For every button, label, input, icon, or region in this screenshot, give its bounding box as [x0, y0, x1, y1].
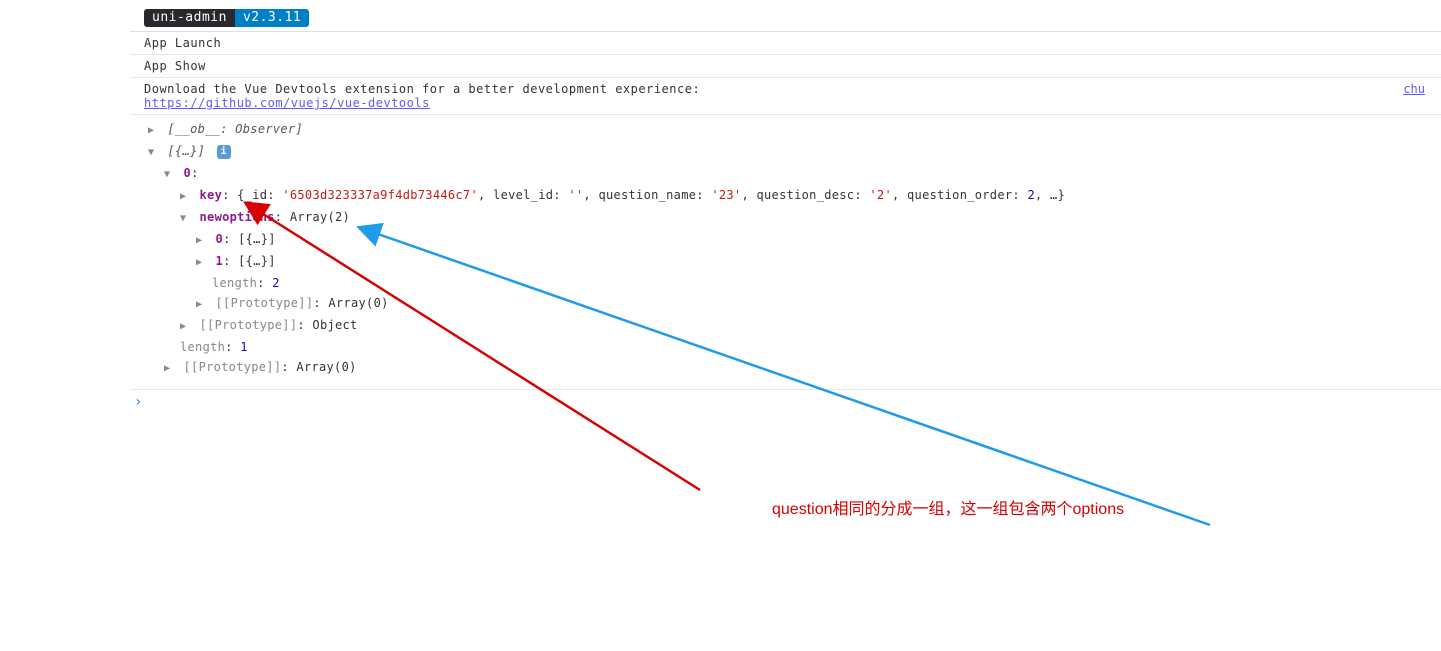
- length-value: 2: [272, 276, 280, 290]
- badge-app-name: uni-admin: [144, 9, 235, 27]
- proto-outer-value: Array(0): [296, 360, 356, 374]
- root-array-label: [{…}]: [168, 144, 206, 158]
- proto-arr-value: Array(0): [328, 296, 388, 310]
- length-label: length: [212, 276, 257, 290]
- tree-length-inner: length: 2: [148, 273, 1427, 293]
- index-label: 0: [184, 166, 192, 180]
- proto-obj-value: Object: [312, 318, 357, 332]
- question-name-label: question_name: [598, 188, 696, 202]
- chevron-right-icon[interactable]: [164, 359, 174, 379]
- tree-newoptions-row[interactable]: newoptions: Array(2): [148, 207, 1427, 229]
- proto-label: [[Prototype]]: [216, 296, 314, 310]
- chevron-down-icon[interactable]: [180, 209, 190, 229]
- opt0-value: [{…}]: [238, 232, 276, 246]
- tree-proto-inner[interactable]: [[Prototype]]: Array(0): [148, 293, 1427, 315]
- tree-index-0[interactable]: 0:: [148, 163, 1427, 185]
- chevron-right-icon[interactable]: [196, 231, 206, 251]
- chevron-right-icon[interactable]: [148, 121, 158, 141]
- newoptions-label: newoptions: [200, 210, 275, 224]
- id-label: _id: [245, 188, 268, 202]
- header-badges: uni-admin v2.3.11: [130, 5, 1441, 32]
- chevron-right-icon[interactable]: [196, 253, 206, 273]
- question-desc-label: question_desc: [757, 188, 855, 202]
- proto-label: [[Prototype]]: [200, 318, 298, 332]
- tree-proto-mid[interactable]: [[Prototype]]: Object: [148, 315, 1427, 337]
- devtools-link[interactable]: https://github.com/vuejs/vue-devtools: [144, 96, 430, 110]
- level-id-label: level_id: [493, 188, 553, 202]
- question-name-value: '23': [711, 188, 741, 202]
- id-value: '6503d323337a9f4db73446c7': [282, 188, 478, 202]
- source-link[interactable]: chu: [1403, 82, 1425, 96]
- chevron-right-icon[interactable]: [196, 295, 206, 315]
- tree-observer-line[interactable]: [__ob__: Observer]: [148, 119, 1427, 141]
- tree-proto-outer[interactable]: [[Prototype]]: Array(0): [148, 357, 1427, 379]
- chevron-down-icon[interactable]: [164, 165, 174, 185]
- info-icon[interactable]: i: [217, 145, 231, 159]
- proto-label: [[Prototype]]: [184, 360, 282, 374]
- observer-label: [__ob__: Observer]: [168, 122, 303, 136]
- tree-key-row[interactable]: key: {_id: '6503d323337a9f4db73446c7', l…: [148, 185, 1427, 207]
- chevron-down-icon[interactable]: [148, 143, 158, 163]
- ellipsis: …: [1050, 188, 1058, 202]
- tree-option-1[interactable]: 1: [{…}]: [148, 251, 1427, 273]
- devtools-message: Download the Vue Devtools extension for …: [130, 78, 1441, 115]
- opt0-label: 0: [216, 232, 224, 246]
- tree-length-outer: length: 1: [148, 337, 1427, 357]
- newoptions-type: Array(2): [290, 210, 350, 224]
- badge-version: v2.3.11: [235, 9, 309, 27]
- annotation-text: question相同的分成一组，这一组包含两个options: [772, 495, 1124, 519]
- key-label: key: [200, 188, 223, 202]
- devtools-text: Download the Vue Devtools extension for …: [144, 82, 700, 96]
- level-id-value: '': [568, 188, 583, 202]
- opt1-label: 1: [216, 254, 224, 268]
- log-app-launch: App Launch: [130, 32, 1441, 55]
- outer-length-value: 1: [240, 340, 248, 354]
- log-app-show: App Show: [130, 55, 1441, 78]
- chevron-right-icon[interactable]: [180, 187, 190, 207]
- chevron-right-icon[interactable]: [180, 317, 190, 337]
- tree-root-array[interactable]: [{…}] i: [148, 141, 1427, 163]
- outer-length-label: length: [180, 340, 225, 354]
- console-object-output: [__ob__: Observer] [{…}] i 0: key: {_id:…: [130, 115, 1441, 390]
- question-order-value: 2: [1027, 188, 1035, 202]
- question-order-label: question_order: [907, 188, 1012, 202]
- opt1-value: [{…}]: [238, 254, 276, 268]
- tree-option-0[interactable]: 0: [{…}]: [148, 229, 1427, 251]
- console-prompt[interactable]: ›: [130, 390, 1441, 414]
- question-desc-value: '2': [869, 188, 892, 202]
